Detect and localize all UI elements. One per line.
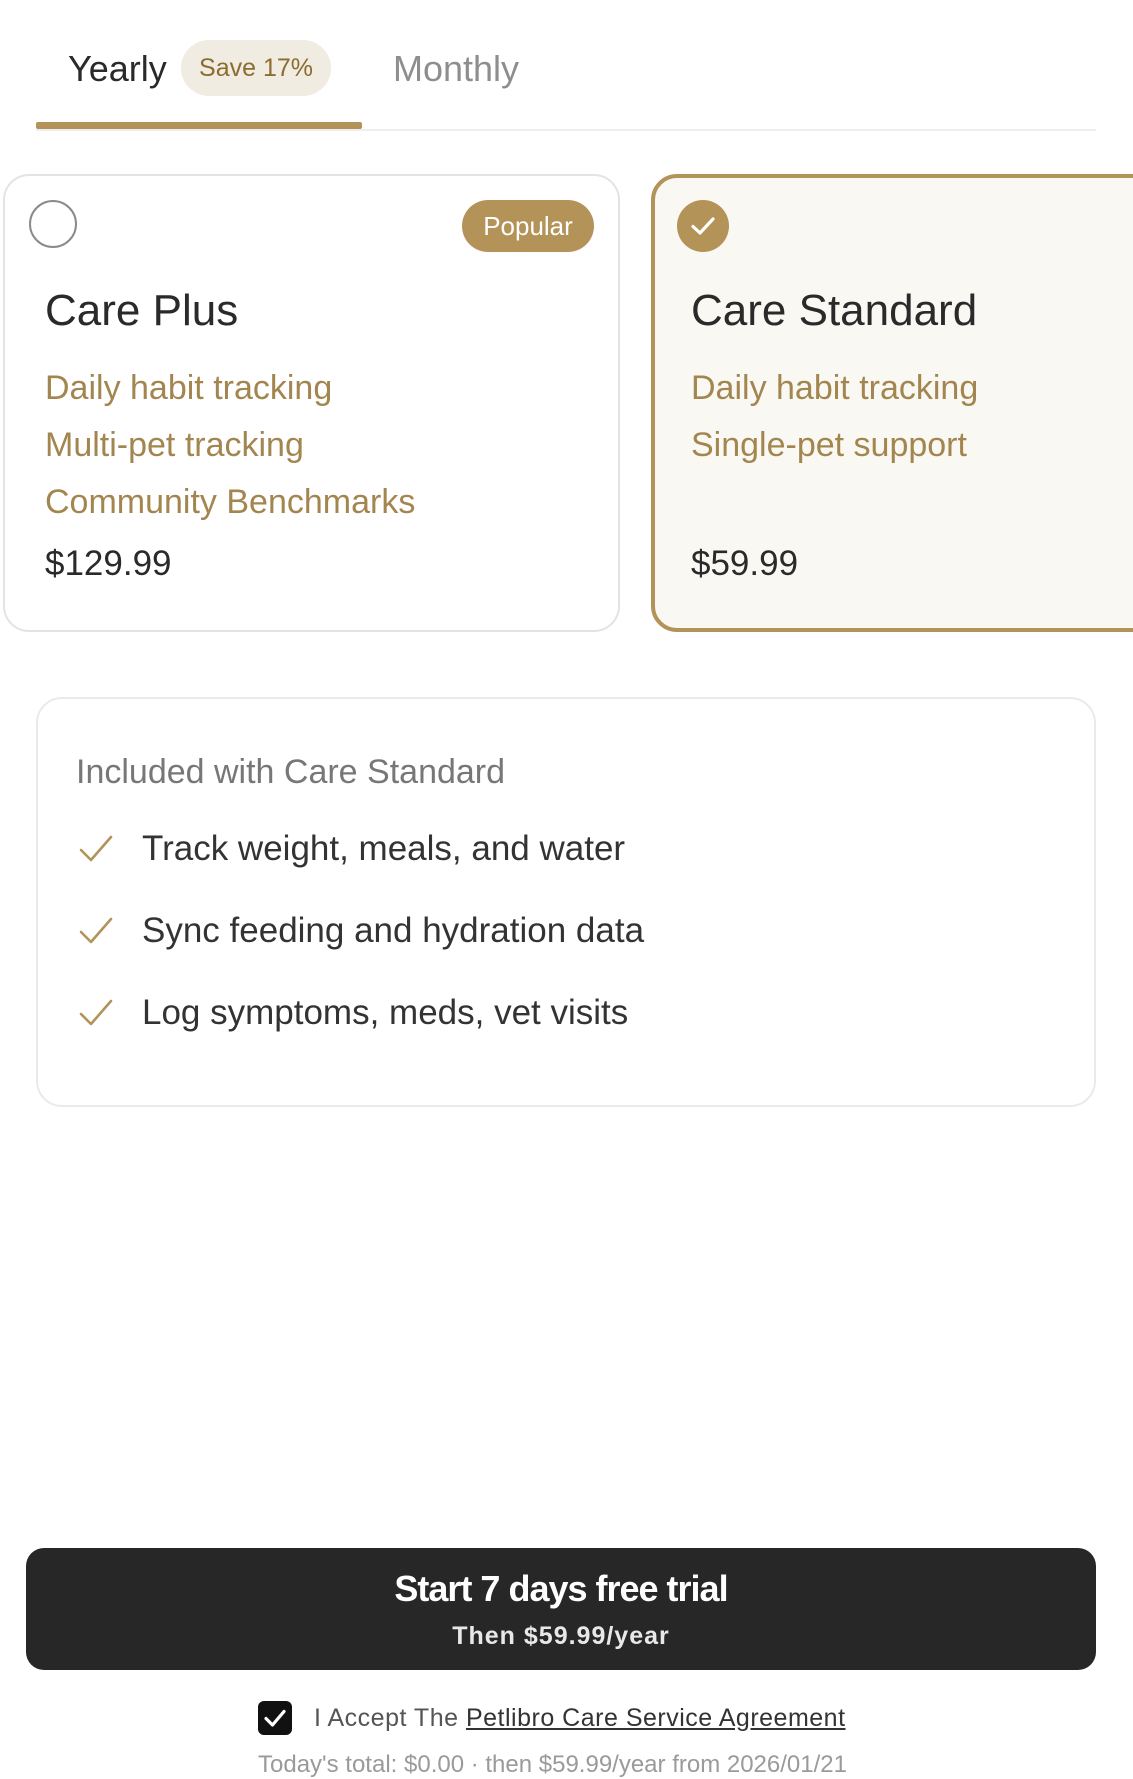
check-icon: [79, 999, 113, 1026]
plan-feature-list: Daily habit tracking Single-pet support: [691, 368, 978, 482]
plan-card-care-standard[interactable]: Care Standard Daily habit tracking Singl…: [651, 174, 1133, 632]
popular-badge: Popular: [462, 200, 594, 252]
plan-feature: Community Benchmarks: [45, 483, 416, 521]
check-icon: [79, 835, 113, 862]
checkbox-checked-icon: [264, 1709, 286, 1727]
tab-yearly[interactable]: Yearly: [68, 48, 167, 90]
agreement-prefix: I Accept The: [314, 1703, 466, 1732]
included-list: Track weight, meals, and water Sync feed…: [78, 829, 644, 1075]
included-item-text: Sync feeding and hydration data: [142, 911, 645, 950]
billing-fineprint: Today's total: $0.00 · then $59.99/year …: [258, 1751, 847, 1778]
included-title: Included with Care Standard: [76, 753, 506, 791]
cta-main-label: Start 7 days free trial: [394, 1568, 728, 1609]
included-item: Log symptoms, meds, vet visits: [78, 993, 644, 1075]
plan-price: $59.99: [691, 544, 799, 583]
agreement-checkbox[interactable]: [258, 1701, 292, 1735]
service-agreement-link[interactable]: Petlibro Care Service Agreement: [466, 1704, 846, 1732]
tab-active-indicator: [36, 122, 362, 129]
agreement-text: I Accept The Petlibro Care Service Agree…: [314, 1704, 846, 1733]
included-item: Sync feeding and hydration data: [78, 911, 644, 993]
included-item-text: Log symptoms, meds, vet visits: [142, 993, 629, 1032]
plan-price: $129.99: [45, 544, 172, 583]
agreement-row: I Accept The Petlibro Care Service Agree…: [258, 1700, 846, 1736]
cta-sub-label: Then $59.99/year: [452, 1622, 670, 1650]
checkmark-icon: [691, 217, 715, 235]
plan-title: Care Plus: [45, 286, 239, 335]
start-trial-button[interactable]: Start 7 days free trial Then $59.99/year: [26, 1548, 1096, 1670]
plan-card-care-plus[interactable]: Popular Care Plus Daily habit tracking M…: [3, 174, 620, 632]
plan-feature: Daily habit tracking: [691, 369, 979, 407]
included-item: Track weight, meals, and water: [78, 829, 644, 911]
plan-feature-list: Daily habit tracking Multi-pet tracking …: [45, 368, 415, 539]
plan-feature: Single-pet support: [691, 426, 967, 464]
included-item-text: Track weight, meals, and water: [142, 829, 626, 868]
plan-feature: Daily habit tracking: [45, 369, 333, 407]
included-panel: Included with Care Standard Track weight…: [36, 697, 1096, 1107]
plan-title: Care Standard: [691, 286, 978, 335]
radio-unselected-icon[interactable]: [29, 200, 77, 248]
check-icon: [79, 917, 113, 944]
radio-selected-icon[interactable]: [677, 200, 729, 252]
plan-feature: Multi-pet tracking: [45, 426, 304, 464]
tab-divider: [36, 129, 1096, 131]
tab-monthly[interactable]: Monthly: [393, 48, 519, 90]
save-badge: Save 17%: [181, 40, 331, 96]
